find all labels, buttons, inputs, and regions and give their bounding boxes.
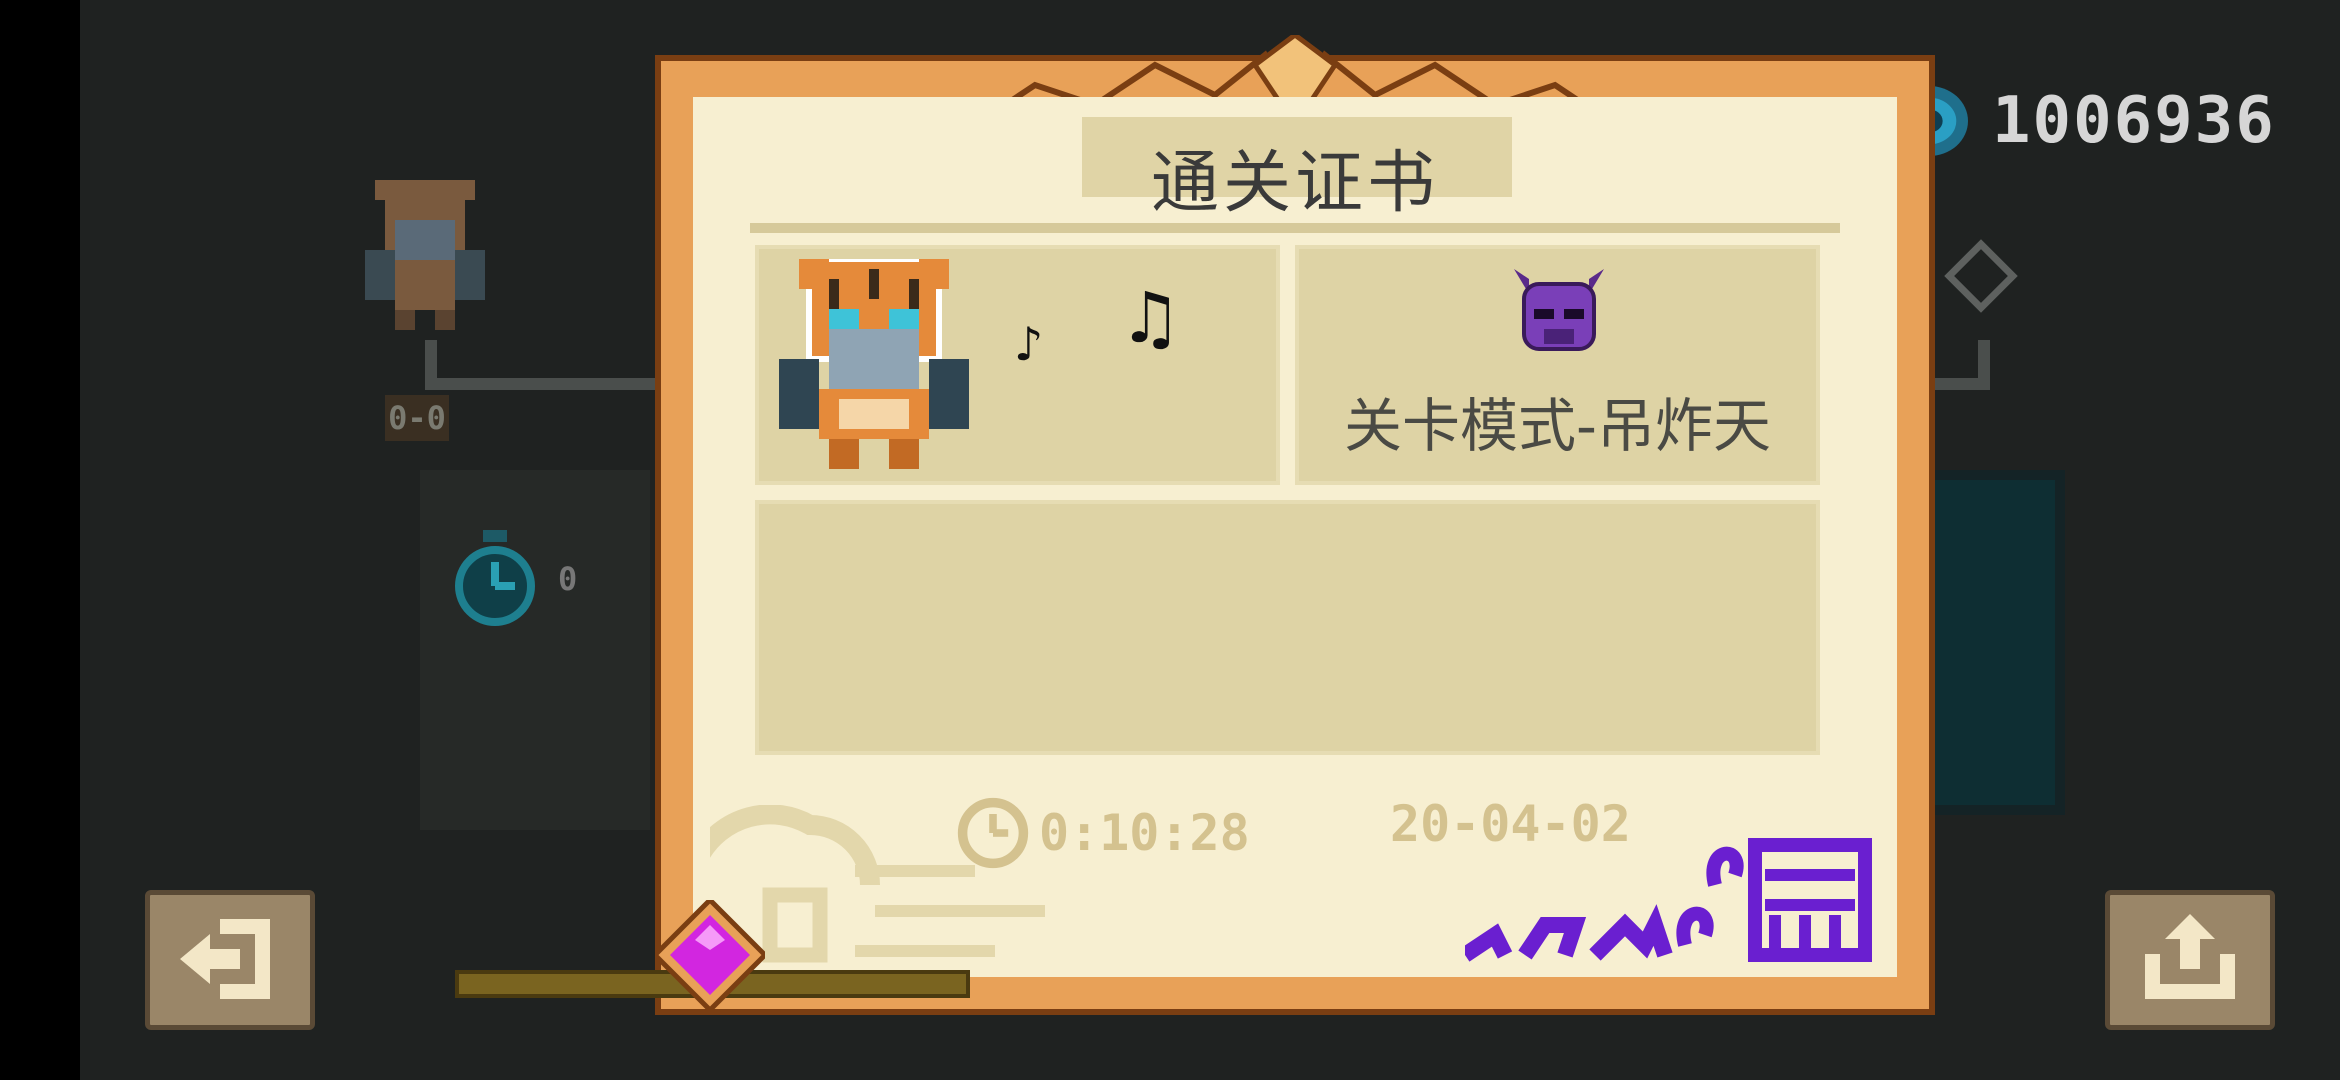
path-connector-left: [425, 340, 665, 390]
background-info-panel: [420, 470, 650, 830]
empty-stats-cell: [755, 500, 1820, 755]
music-note-small: ♪: [1014, 317, 1044, 371]
clear-time-value: 0:10:28: [1039, 804, 1250, 862]
tiger-character-icon: [779, 259, 969, 469]
diamond-marker-icon: [1944, 239, 2018, 313]
title-divider: [750, 223, 1840, 233]
clear-time: 0:10:28: [955, 795, 1250, 871]
background-tiger-character: [365, 180, 485, 330]
exit-button[interactable]: [145, 890, 315, 1030]
mode-cell: 关卡模式-吊炸天: [1295, 245, 1820, 485]
share-button[interactable]: [2105, 890, 2275, 1030]
stopwatch-icon: [455, 530, 535, 626]
music-note-large: ♫: [1119, 277, 1182, 359]
magenta-gem-icon: [655, 900, 765, 1010]
background-timer-text: 0: [558, 560, 578, 598]
game-stage: 0-0 0 1006936 通关证书 ♫ ♪ 关卡模式-吊炸天 0:10:28 …: [80, 0, 2340, 1080]
signature-stamp: [1465, 838, 1872, 962]
currency-display: 1006936: [1890, 82, 2276, 160]
hero-cell: ♫ ♪: [755, 245, 1280, 485]
decorative-lines: [855, 865, 1045, 957]
clock-icon: [957, 797, 1029, 869]
share-upload-icon: [2145, 914, 2235, 999]
background-score: 0-0: [385, 395, 449, 441]
clear-certificate: 通关证书 ♫ ♪ 关卡模式-吊炸天 0:10:28 20-04-02: [655, 35, 1935, 1035]
currency-value: 1006936: [1992, 84, 2276, 158]
level-mode-label: 关卡模式-吊炸天: [1344, 392, 1771, 460]
certificate-title: 通关证书: [1150, 144, 1439, 223]
purple-demon-helmet-icon: [1514, 269, 1604, 351]
exit-door-icon: [180, 919, 270, 999]
